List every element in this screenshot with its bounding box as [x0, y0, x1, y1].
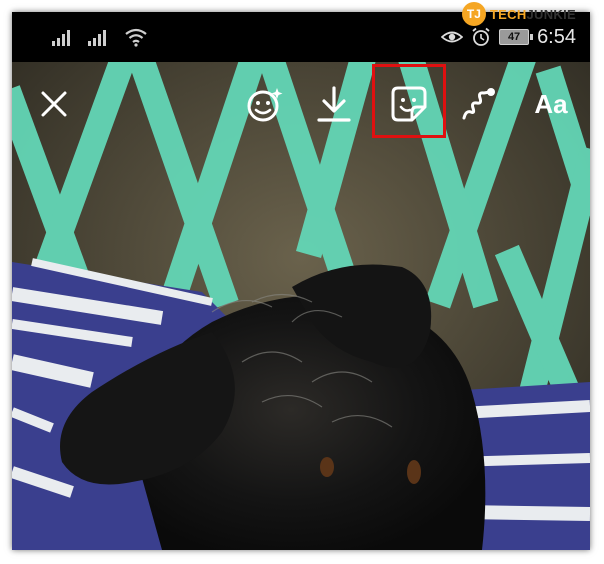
draw-button[interactable]: [458, 74, 498, 134]
sticker-highlight-box: [372, 64, 446, 138]
text-tool-button[interactable]: Aa: [524, 74, 578, 134]
photo-canvas: [12, 62, 590, 550]
watermark-brand-part2: JUNKIE: [526, 6, 576, 22]
face-sparkle-icon: [247, 88, 283, 122]
signal-icon: [52, 30, 70, 46]
story-edit-toolbar: Aa: [12, 74, 590, 134]
clock-time: 6:54: [537, 25, 576, 48]
wifi-icon: [125, 28, 147, 47]
phone-screenshot: 47 6:54 Aa: [12, 12, 590, 550]
face-effects-button[interactable]: [242, 74, 288, 134]
signal-icon: [88, 30, 106, 46]
watermark-brand-part1: TECH: [489, 6, 527, 22]
watermark-brand: TECHJUNKIE: [490, 7, 576, 22]
draw-squiggle-icon: [462, 88, 495, 120]
close-button[interactable]: [34, 74, 74, 134]
techjunkie-watermark: TJ TECHJUNKIE: [461, 0, 576, 28]
battery-icon: 47: [499, 29, 534, 45]
download-icon: [317, 86, 351, 122]
download-button[interactable]: [314, 74, 354, 134]
status-left: [52, 26, 148, 48]
techjunkie-logo-icon: TJ: [461, 2, 486, 26]
alarm-icon: [472, 27, 490, 46]
eye-icon: [441, 31, 464, 43]
battery-level: 47: [507, 30, 521, 43]
close-icon: [41, 91, 67, 117]
